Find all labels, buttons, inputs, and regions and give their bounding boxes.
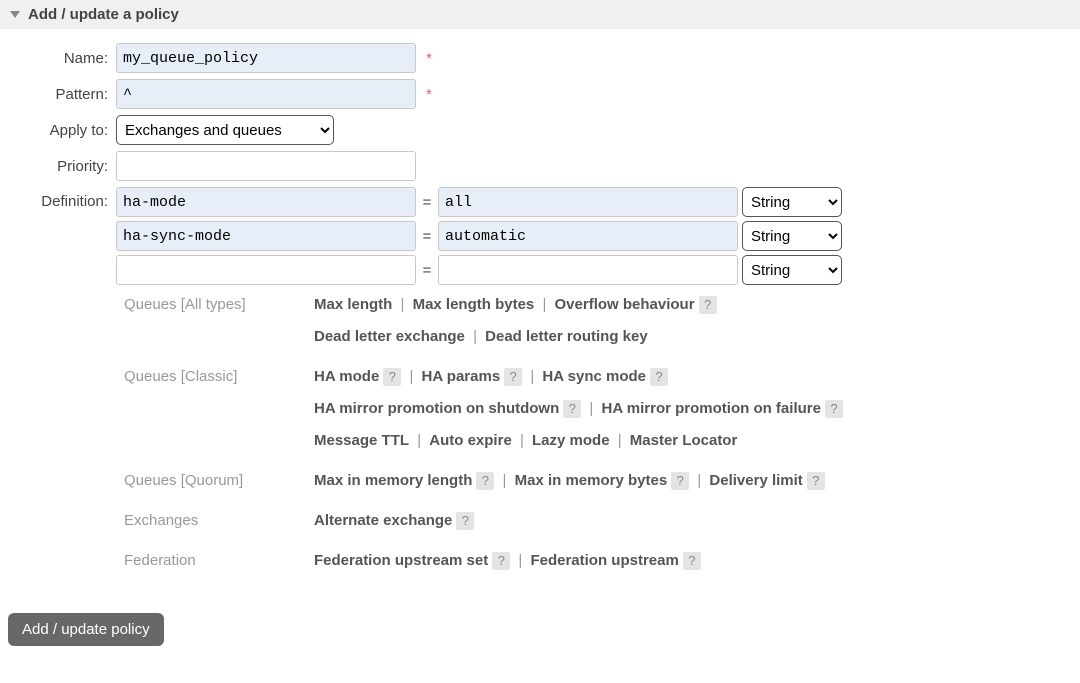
apply-to-label: Apply to: — [10, 122, 116, 139]
definition-type-select[interactable]: StringNumberBooleanList — [742, 187, 842, 217]
hint-body: Max in memory length? | Max in memory by… — [314, 469, 1070, 501]
chevron-down-icon — [10, 11, 20, 18]
hint-item[interactable]: Delivery limit — [709, 472, 802, 489]
name-input[interactable] — [116, 43, 416, 73]
section-title: Add / update a policy — [28, 6, 179, 23]
hint-category: Federation — [124, 549, 314, 573]
hint-item[interactable]: Auto expire — [429, 432, 512, 449]
definition-key-input[interactable] — [116, 221, 416, 251]
priority-input[interactable] — [116, 151, 416, 181]
hint-item[interactable]: Dead letter routing key — [485, 328, 648, 345]
hint-item[interactable]: HA params — [422, 368, 501, 385]
definition-type-select[interactable]: StringNumberBooleanList — [742, 255, 842, 285]
separator: | — [585, 400, 597, 417]
hint-group: ExchangesAlternate exchange? — [124, 509, 1070, 541]
hint-body: Alternate exchange? — [314, 509, 1070, 541]
definition-type-select[interactable]: StringNumberBooleanList — [742, 221, 842, 251]
separator: | — [526, 368, 538, 385]
hint-item[interactable]: Message TTL — [314, 432, 409, 449]
pattern-label: Pattern: — [10, 86, 116, 103]
hint-body: Federation upstream set? | Federation up… — [314, 549, 1070, 581]
help-icon[interactable]: ? — [383, 368, 401, 386]
equals-sign: = — [416, 262, 438, 279]
equals-sign: = — [416, 194, 438, 211]
definition-label: Definition: — [10, 187, 116, 210]
name-label: Name: — [10, 50, 116, 67]
help-icon[interactable]: ? — [492, 552, 510, 570]
hint-group: FederationFederation upstream set? | Fed… — [124, 549, 1070, 581]
pattern-input[interactable] — [116, 79, 416, 109]
hint-item[interactable]: HA mirror promotion on failure — [602, 400, 821, 417]
separator: | — [514, 552, 526, 569]
separator: | — [413, 432, 425, 449]
definition-rows: = StringNumberBooleanList = StringNumberBoo… — [116, 187, 842, 285]
hint-item[interactable]: Max in memory length — [314, 472, 472, 489]
help-icon[interactable]: ? — [563, 400, 581, 418]
hint-item[interactable]: Federation upstream — [530, 552, 678, 569]
policy-form: Name: * Pattern: * Apply to: Exchanges a… — [0, 43, 1080, 599]
help-icon[interactable]: ? — [504, 368, 522, 386]
hint-item[interactable]: Master Locator — [630, 432, 738, 449]
hint-category: Exchanges — [124, 509, 314, 533]
definition-key-input[interactable] — [116, 187, 416, 217]
hint-group: Queues [All types]Max length | Max lengt… — [124, 293, 1070, 357]
hint-item[interactable]: Max in memory bytes — [515, 472, 668, 489]
help-icon[interactable]: ? — [807, 472, 825, 490]
separator: | — [693, 472, 705, 489]
hint-item[interactable]: Max length — [314, 296, 392, 313]
definition-value-input[interactable] — [438, 255, 738, 285]
hint-item[interactable]: HA sync mode — [542, 368, 646, 385]
separator: | — [469, 328, 481, 345]
hint-item[interactable]: Federation upstream set — [314, 552, 488, 569]
help-icon[interactable]: ? — [650, 368, 668, 386]
hint-group: Queues [Classic]HA mode? | HA params? | … — [124, 365, 1070, 461]
hint-item[interactable]: HA mirror promotion on shutdown — [314, 400, 559, 417]
separator: | — [405, 368, 417, 385]
equals-sign: = — [416, 228, 438, 245]
hint-body: HA mode? | HA params? | HA sync mode?HA … — [314, 365, 1070, 461]
help-icon[interactable]: ? — [476, 472, 494, 490]
hint-item[interactable]: Alternate exchange — [314, 512, 452, 529]
section-header[interactable]: Add / update a policy — [0, 0, 1080, 29]
hint-group: Queues [Quorum]Max in memory length? | M… — [124, 469, 1070, 501]
definition-value-input[interactable] — [438, 221, 738, 251]
submit-button[interactable]: Add / update policy — [8, 613, 164, 646]
hint-item[interactable]: Overflow behaviour — [555, 296, 695, 313]
separator: | — [396, 296, 408, 313]
separator: | — [538, 296, 550, 313]
hint-body: Max length | Max length bytes | Overflow… — [314, 293, 1070, 357]
definition-key-input[interactable] — [116, 255, 416, 285]
separator: | — [498, 472, 510, 489]
help-icon[interactable]: ? — [456, 512, 474, 530]
hint-item[interactable]: Max length bytes — [413, 296, 535, 313]
definition-row: = StringNumberBooleanList — [116, 187, 842, 217]
required-star: * — [426, 50, 432, 67]
definition-row: = StringNumberBooleanList — [116, 255, 842, 285]
separator: | — [614, 432, 626, 449]
definition-value-input[interactable] — [438, 187, 738, 217]
priority-label: Priority: — [10, 158, 116, 175]
help-icon[interactable]: ? — [671, 472, 689, 490]
separator: | — [516, 432, 528, 449]
hint-item[interactable]: Dead letter exchange — [314, 328, 465, 345]
definition-row: = StringNumberBooleanList — [116, 221, 842, 251]
hint-category: Queues [All types] — [124, 293, 314, 317]
hint-item[interactable]: Lazy mode — [532, 432, 610, 449]
apply-to-select[interactable]: Exchanges and queues — [116, 115, 334, 145]
help-icon[interactable]: ? — [825, 400, 843, 418]
help-icon[interactable]: ? — [699, 296, 717, 314]
help-icon[interactable]: ? — [683, 552, 701, 570]
required-star: * — [426, 86, 432, 103]
hint-category: Queues [Quorum] — [124, 469, 314, 493]
definition-hints: Queues [All types]Max length | Max lengt… — [124, 293, 1070, 581]
hint-category: Queues [Classic] — [124, 365, 314, 389]
hint-item[interactable]: HA mode — [314, 368, 379, 385]
